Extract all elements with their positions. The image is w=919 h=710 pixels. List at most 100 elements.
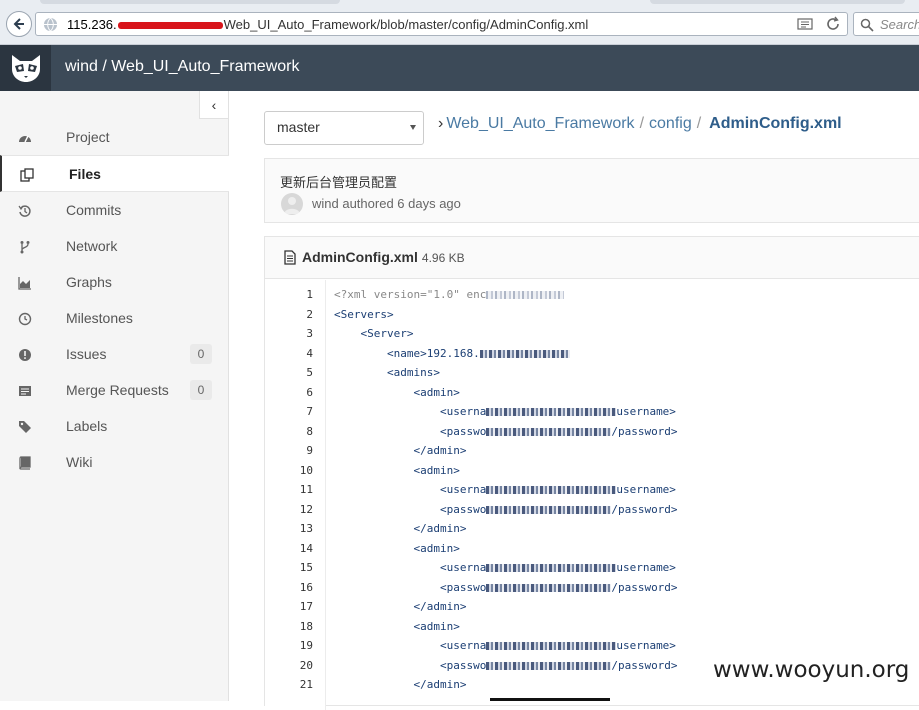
line-number[interactable]: 6 [265,386,313,399]
exclamation-circle-icon [19,349,31,361]
address-bar[interactable]: 115.236. Web_UI_Auto_Framework/blob/maste… [35,12,848,36]
commit-message[interactable]: 更新后台管理员配置 [280,172,397,191]
code-line: 9 </admin> [265,444,919,464]
sidebar-item-label: Milestones [66,310,133,326]
code-line: 3 <Server> [265,327,919,347]
code-line: 5 <admins> [265,366,919,386]
refresh-icon[interactable] [825,16,841,32]
line-number[interactable]: 8 [265,425,313,438]
line-number[interactable]: 1 [265,288,313,301]
sidebar-item-label: Wiki [66,454,93,470]
line-number[interactable]: 5 [265,366,313,379]
sidebar-item-label: Project [66,129,110,145]
redacted-value [486,427,612,436]
code-text-content: <admins> [334,366,440,379]
browser-tab[interactable] [650,0,905,4]
breadcrumb-folder-link[interactable]: config [649,115,692,132]
files-icon [20,168,34,182]
line-number[interactable]: 16 [265,581,313,594]
line-number[interactable]: 20 [265,659,313,672]
line-number[interactable]: 11 [265,483,313,496]
line-number[interactable]: 7 [265,405,313,418]
breadcrumb-separator: / [639,115,645,132]
collapse-sidebar-button[interactable]: ‹ [199,91,229,119]
branch-selected-value: master [277,119,320,135]
code-line: 11 <userna username> [265,483,919,503]
sidebar-item-label: Labels [66,418,108,434]
line-number[interactable]: 17 [265,600,313,613]
code-text-content: </admin> [334,600,467,613]
file-size: 4.96 KB [421,251,465,265]
sidebar-item-network[interactable]: Network [0,228,228,264]
sidebar-item-commits[interactable]: Commits [0,192,228,228]
avatar[interactable] [281,193,303,215]
line-number[interactable]: 12 [265,503,313,516]
merge-requests-count-badge: 0 [190,380,212,400]
line-number[interactable]: 3 [265,327,313,340]
sidebar-item-milestones[interactable]: Milestones [0,300,228,336]
code-text: <Server> [334,327,413,340]
code-text-tail: username> [616,639,676,652]
sidebar-item-graphs[interactable]: Graphs [0,264,228,300]
line-number[interactable]: 18 [265,620,313,633]
back-button[interactable] [6,11,32,37]
logo[interactable] [0,45,51,91]
sidebar-item-labels[interactable]: Labels [0,408,228,444]
sidebar-item-issues[interactable]: Issues 0 [0,336,228,372]
line-number[interactable]: 21 [265,678,313,691]
code-text-content: <userna [334,639,487,652]
code-text: <admin> [334,386,459,399]
sidebar-item-label: Network [66,238,118,254]
sidebar-item-merge-requests[interactable]: Merge Requests 0 [0,372,228,408]
search-placeholder: Search [880,17,919,32]
code-text-tail: username> [616,405,676,418]
code-line: 15 <userna username> [265,561,919,581]
line-number[interactable]: 14 [265,542,313,555]
breadcrumb-repo-link[interactable]: Web_UI_Auto_Framework [446,115,634,132]
line-number[interactable]: 4 [265,347,313,360]
code-text-tail: /password> [611,658,678,672]
code-text-content: <Servers> [334,307,394,321]
code-text-content: </admin> [334,522,467,535]
code-text-content: <userna [334,405,487,418]
browser-search-box[interactable]: Search [853,12,919,36]
watermark: www.wooyun.org [713,657,910,683]
sidebar-item-wiki[interactable]: Wiki [0,444,228,480]
line-number[interactable]: 10 [265,464,313,477]
url-host: 115.236. [67,17,117,32]
project-title[interactable]: wind / Web_UI_Auto_Framework [65,58,299,76]
line-number[interactable]: 19 [265,639,313,652]
breadcrumb-separator: / [696,115,702,132]
code-text: <userna username> [334,639,676,652]
sidebar-item-project[interactable]: Project [0,119,228,155]
redacted-value [486,486,617,494]
reader-view-icon[interactable] [797,16,813,32]
code-text-tail: username> [616,561,676,574]
line-number[interactable]: 13 [265,522,313,535]
file-name: AdminConfig.xml 4.96 KB [302,249,465,265]
code-text: <passwo/password> [334,659,678,672]
redacted-value [486,661,612,670]
branch-select[interactable]: master [264,111,424,145]
tags-icon [19,421,31,433]
breadcrumb-current-file[interactable]: AdminConfig.xml [709,115,841,132]
code-text: <passwo/password> [334,425,678,438]
code-line: 19 <userna username> [265,639,919,659]
browser-tab[interactable] [40,0,340,4]
issues-count-badge: 0 [190,344,212,364]
sidebar-item-label: Files [69,165,101,182]
sidebar-item-files[interactable]: Files [0,155,229,192]
book-icon [19,456,31,470]
code-line: 12 <passwo/password> [265,503,919,523]
line-number[interactable]: 15 [265,561,313,574]
code-text: <passwo/password> [334,503,678,516]
last-commit-panel: 更新后台管理员配置 wind authored 6 days ago [264,158,919,223]
line-number[interactable]: 2 [265,308,313,321]
code-line: 18 <admin> [265,620,919,640]
code-line: 7 <userna username> [265,405,919,425]
code-text-content: <userna [334,483,487,496]
line-number[interactable]: 9 [265,444,313,457]
code-line: 13 </admin> [265,522,919,542]
breadcrumb: › Web_UI_Auto_Framework / config / AdminConfi… [438,115,842,133]
code-text-content: <?xml version="1.0" enc [334,288,487,301]
